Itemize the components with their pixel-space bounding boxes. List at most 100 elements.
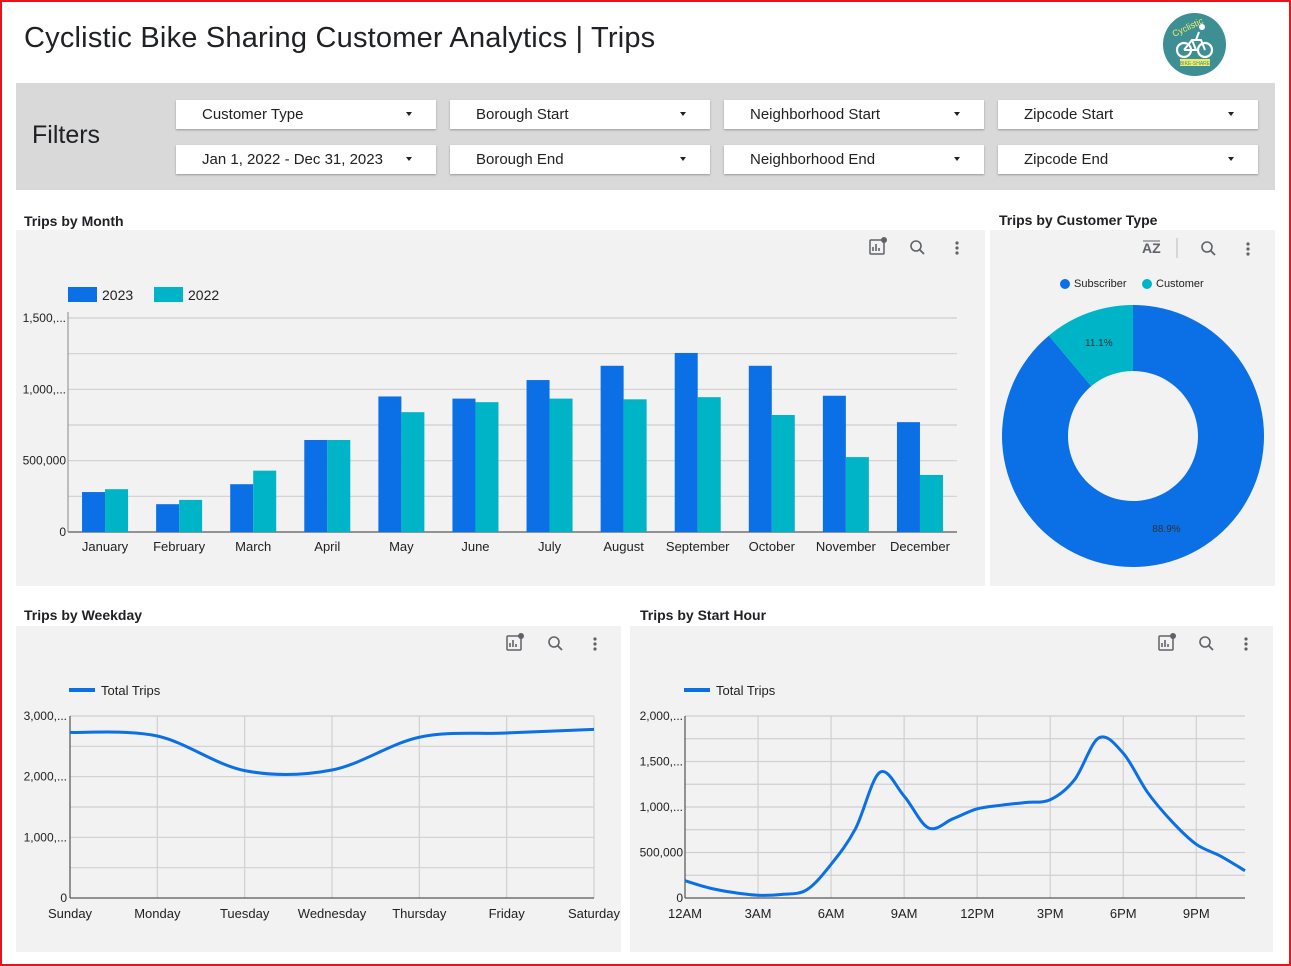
filter-dropdown-zipcode-end[interactable]: Zipcode End — [998, 145, 1258, 174]
bar-2023-august[interactable] — [600, 365, 624, 532]
bar-2023-february[interactable] — [156, 504, 180, 532]
filter-dropdown-jan-1-2022-dec-31-2023[interactable]: Jan 1, 2022 - Dec 31, 2023 — [176, 145, 436, 174]
point-hour-22[interactable] — [1219, 854, 1223, 858]
legend-label-2023: 2023 — [102, 287, 133, 303]
dot — [1246, 242, 1250, 246]
bar-2023-december[interactable] — [896, 422, 920, 532]
lens-handle — [1208, 645, 1214, 651]
point-friday[interactable] — [505, 731, 509, 735]
point-hour-8[interactable] — [878, 770, 882, 774]
point-monday[interactable] — [155, 734, 159, 738]
point-hour-17[interactable] — [1097, 736, 1101, 740]
zoom-icon[interactable] — [910, 240, 925, 255]
point-hour-6[interactable] — [829, 862, 833, 866]
point-tuesday[interactable] — [243, 769, 247, 773]
dropdown-arrow-icon[interactable] — [1228, 157, 1234, 161]
point-hour-1[interactable] — [707, 886, 711, 890]
dropdown-label: Customer Type — [202, 106, 304, 123]
filter-dropdown-borough-start[interactable]: Borough Start — [450, 100, 710, 129]
sort-icon[interactable]: AZ — [1142, 240, 1161, 256]
bar-2022-june[interactable] — [475, 402, 499, 532]
page-title: Cyclistic Bike Sharing Customer Analytic… — [24, 22, 656, 54]
bar-2022-december[interactable] — [919, 474, 943, 532]
filter-dropdown-borough-end[interactable]: Borough End — [450, 145, 710, 174]
bar-2022-september[interactable] — [697, 397, 721, 532]
more-options-icon[interactable] — [955, 241, 959, 255]
legend-swatch-2023[interactable] — [68, 287, 97, 302]
bar-2022-july[interactable] — [549, 398, 573, 532]
y-tick-label: 0 — [60, 891, 67, 905]
point-wednesday[interactable] — [330, 768, 334, 772]
bar-2022-february[interactable] — [179, 499, 203, 532]
point-hour-13[interactable] — [1000, 803, 1004, 807]
point-hour-10[interactable] — [926, 826, 930, 830]
zoom-icon[interactable] — [1199, 636, 1214, 651]
point-hour-2[interactable] — [732, 891, 736, 895]
point-hour-21[interactable] — [1194, 842, 1198, 846]
more-options-icon[interactable] — [593, 637, 597, 651]
legend-dot-subscriber[interactable] — [1060, 279, 1070, 289]
bar-2022-january[interactable] — [105, 489, 129, 532]
filter-dropdown-zipcode-start[interactable]: Zipcode Start — [998, 100, 1258, 129]
dropdown-arrow-icon[interactable] — [680, 112, 686, 116]
more-options-icon[interactable] — [1246, 242, 1250, 256]
point-thursday[interactable] — [417, 735, 421, 739]
point-sunday[interactable] — [68, 730, 72, 734]
point-hour-12[interactable] — [975, 807, 979, 811]
point-hour-15[interactable] — [1048, 798, 1052, 802]
line-total-trips[interactable] — [684, 735, 1246, 897]
bar-2023-july[interactable] — [526, 380, 550, 532]
bar-2023-april[interactable] — [304, 439, 328, 532]
dropdown-arrow-icon[interactable] — [954, 157, 960, 161]
point-hour-23[interactable] — [1243, 869, 1247, 873]
chart-settings-icon[interactable] — [1158, 633, 1176, 651]
filter-dropdown-customer-type[interactable]: Customer Type — [176, 100, 436, 129]
bar-2023-january[interactable] — [82, 492, 106, 532]
point-hour-5[interactable] — [805, 888, 809, 892]
dot — [1244, 637, 1248, 641]
bar-2022-march[interactable] — [253, 470, 277, 532]
bar-2022-april[interactable] — [327, 439, 351, 532]
dot — [593, 647, 597, 651]
point-hour-0[interactable] — [683, 879, 687, 883]
filter-dropdown-neighborhood-end[interactable]: Neighborhood End — [724, 145, 984, 174]
legend-swatch-2022[interactable] — [154, 287, 183, 302]
bar-2023-november[interactable] — [822, 395, 846, 532]
bar-2023-march[interactable] — [230, 484, 254, 532]
chart-settings-icon[interactable] — [506, 633, 524, 651]
chart-settings-icon[interactable] — [869, 237, 887, 255]
point-hour-14[interactable] — [1024, 800, 1028, 804]
x-tick-label: August — [603, 539, 644, 554]
bar-2022-may[interactable] — [401, 412, 425, 532]
bar-2023-october[interactable] — [748, 365, 772, 532]
chart-title-hour: Trips by Start Hour — [640, 607, 767, 623]
dropdown-arrow-icon[interactable] — [1228, 112, 1234, 116]
point-hour-9[interactable] — [902, 794, 906, 798]
dropdown-arrow-icon[interactable] — [954, 112, 960, 116]
dropdown-arrow-icon[interactable] — [406, 157, 412, 161]
bar-2022-october[interactable] — [771, 415, 795, 532]
bar-2022-august[interactable] — [623, 399, 647, 532]
dropdown-arrow-icon[interactable] — [406, 112, 412, 116]
point-hour-4[interactable] — [780, 892, 784, 896]
more-options-icon[interactable] — [1244, 637, 1248, 651]
bar-2023-may[interactable] — [378, 396, 402, 532]
zoom-icon[interactable] — [548, 636, 563, 651]
point-hour-18[interactable] — [1121, 751, 1125, 755]
legend-dot-customer[interactable] — [1142, 279, 1152, 289]
point-hour-3[interactable] — [756, 893, 760, 897]
point-hour-7[interactable] — [853, 827, 857, 831]
filter-dropdown-neighborhood-start[interactable]: Neighborhood Start — [724, 100, 984, 129]
bar-2023-september[interactable] — [674, 352, 698, 532]
dropdown-arrow-icon[interactable] — [680, 157, 686, 161]
x-tick-label: Wednesday — [298, 906, 367, 921]
bar-2023-june[interactable] — [452, 398, 476, 532]
bar-2022-november[interactable] — [845, 457, 869, 532]
point-hour-11[interactable] — [951, 817, 955, 821]
point-hour-19[interactable] — [1146, 790, 1150, 794]
point-hour-16[interactable] — [1073, 778, 1077, 782]
trips-by-start-hour-chart: 0 500,000 1,000,... 1,500,... 2,000,... 12AM 3… — [640, 633, 1248, 921]
point-hour-20[interactable] — [1170, 820, 1174, 824]
point-saturday[interactable] — [592, 727, 596, 731]
zoom-icon[interactable] — [1201, 241, 1216, 256]
